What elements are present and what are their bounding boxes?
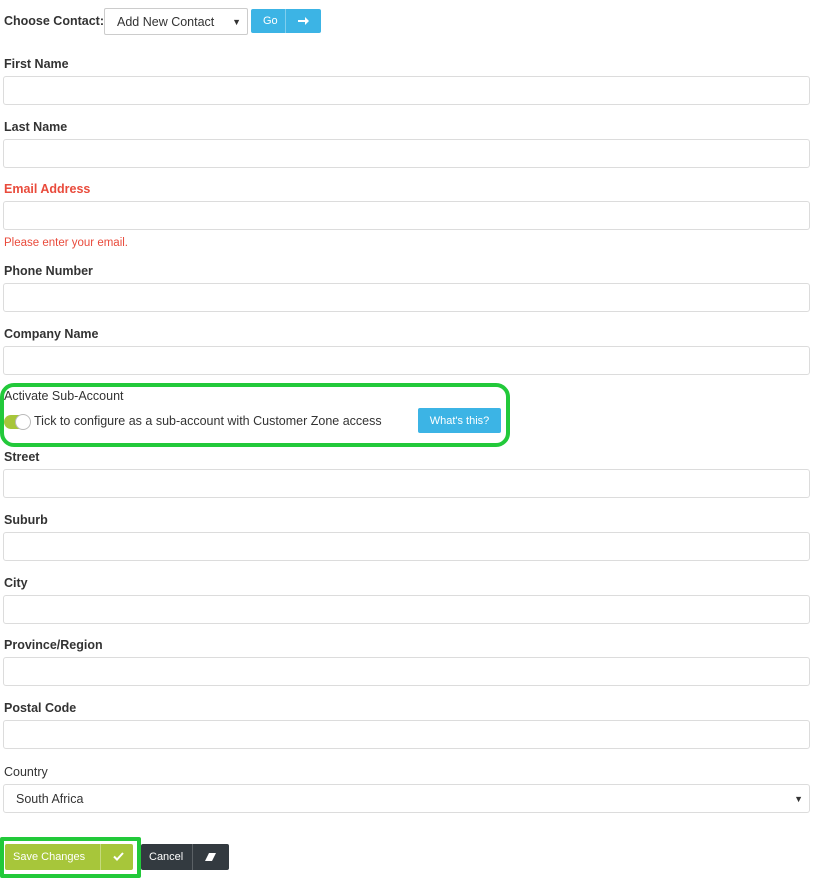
province-label: Province/Region xyxy=(4,638,103,652)
cancel-label: Cancel xyxy=(149,851,184,863)
company-input[interactable] xyxy=(3,346,810,375)
save-divider xyxy=(100,844,101,870)
phone-label: Phone Number xyxy=(4,264,93,278)
choose-contact-label: Choose Contact: xyxy=(4,14,104,28)
street-label: Street xyxy=(4,450,40,464)
suburb-input[interactable] xyxy=(3,532,810,561)
country-select[interactable]: South Africa ▼ xyxy=(3,784,810,813)
save-changes-button[interactable]: Save Changes xyxy=(5,844,133,870)
cancel-button[interactable]: Cancel xyxy=(141,844,229,870)
sub-account-label: Activate Sub-Account xyxy=(4,389,124,403)
eraser-icon xyxy=(205,853,216,861)
go-button-label: Go xyxy=(263,15,278,27)
chevron-down-icon: ▼ xyxy=(794,794,803,804)
go-button[interactable]: Go xyxy=(251,9,321,33)
whats-this-button[interactable]: What's this? xyxy=(418,408,501,433)
contact-select[interactable]: Add New Contact ▼ xyxy=(104,8,248,35)
toggle-knob xyxy=(15,414,31,430)
go-divider xyxy=(285,9,286,33)
last-name-label: Last Name xyxy=(4,120,68,134)
city-input[interactable] xyxy=(3,595,810,624)
cancel-divider xyxy=(192,844,193,870)
postal-code-input[interactable] xyxy=(3,720,810,749)
chevron-down-icon: ▼ xyxy=(232,17,241,27)
postal-code-label: Postal Code xyxy=(4,701,77,715)
country-select-value: South Africa xyxy=(16,791,84,806)
email-error-message: Please enter your email. xyxy=(4,237,129,249)
phone-input[interactable] xyxy=(3,283,810,312)
country-label: Country xyxy=(4,765,48,779)
province-input[interactable] xyxy=(3,657,810,686)
checkmark-icon xyxy=(113,852,124,861)
street-input[interactable] xyxy=(3,469,810,498)
contact-select-value: Add New Contact xyxy=(117,14,215,29)
email-input[interactable] xyxy=(3,201,810,230)
sub-account-toggle[interactable] xyxy=(4,414,31,430)
city-label: City xyxy=(4,576,28,590)
first-name-label: First Name xyxy=(4,57,69,71)
last-name-input[interactable] xyxy=(3,139,810,168)
sub-account-toggle-text: Tick to configure as a sub-account with … xyxy=(34,414,382,428)
first-name-input[interactable] xyxy=(3,76,810,105)
suburb-label: Suburb xyxy=(4,513,48,527)
arrow-right-icon xyxy=(298,17,309,25)
save-changes-label: Save Changes xyxy=(13,851,86,863)
email-label: Email Address xyxy=(4,182,91,196)
company-label: Company Name xyxy=(4,327,99,341)
